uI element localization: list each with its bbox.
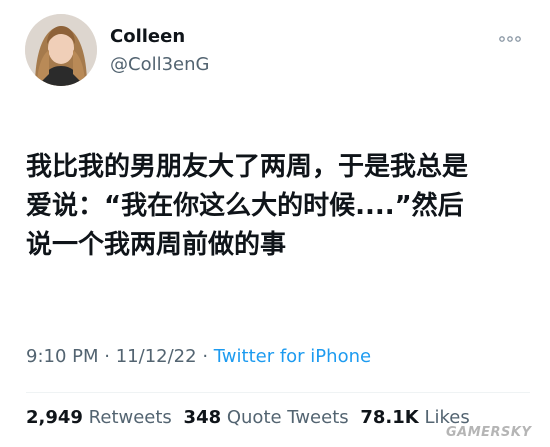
- more-options-icon[interactable]: [498, 30, 522, 42]
- profile-photo-icon: [25, 14, 97, 86]
- tweet-date[interactable]: 11/12/22: [116, 346, 197, 367]
- tweet-line: 说一个我两周前做的事: [26, 230, 287, 260]
- meta-separator: ·: [202, 346, 209, 367]
- likes-count: 78.1K: [360, 407, 419, 428]
- tweet-time[interactable]: 9:10 PM: [26, 346, 99, 367]
- display-name[interactable]: Colleen: [110, 26, 185, 48]
- retweets-stat[interactable]: 2,949 Retweets: [26, 407, 172, 428]
- tweet-text: 我比我的男朋友大了两周，于是我总是 爱说：“我在你这么大的时候....”然后 说…: [26, 148, 526, 265]
- watermark: GAMERSKY: [446, 425, 532, 440]
- tweet-line: 我比我的男朋友大了两周，于是我总是: [26, 152, 469, 182]
- user-handle[interactable]: @Coll3enG: [110, 54, 209, 76]
- quote-tweets-label: Quote Tweets: [226, 407, 349, 428]
- engagement-stats: 2,949 Retweets 348 Quote Tweets 78.1K Li…: [26, 407, 476, 429]
- quote-tweets-count: 348: [183, 407, 222, 428]
- tweet-line: 爱说：“我在你这么大的时候....”然后: [26, 191, 464, 221]
- avatar[interactable]: [25, 14, 97, 86]
- divider: [26, 392, 530, 393]
- retweets-count: 2,949: [26, 407, 83, 428]
- retweets-label: Retweets: [88, 407, 172, 428]
- quote-tweets-stat[interactable]: 348 Quote Tweets: [184, 407, 349, 428]
- meta-separator: ·: [104, 346, 110, 367]
- tweet-source-link[interactable]: Twitter for iPhone: [214, 346, 371, 367]
- tweet-metadata: 9:10 PM · 11/12/22 · Twitter for iPhone: [26, 346, 371, 368]
- tweet-page: Colleen @Coll3enG 我比我的男朋友大了两周，于是我总是 爱说：“…: [0, 0, 550, 447]
